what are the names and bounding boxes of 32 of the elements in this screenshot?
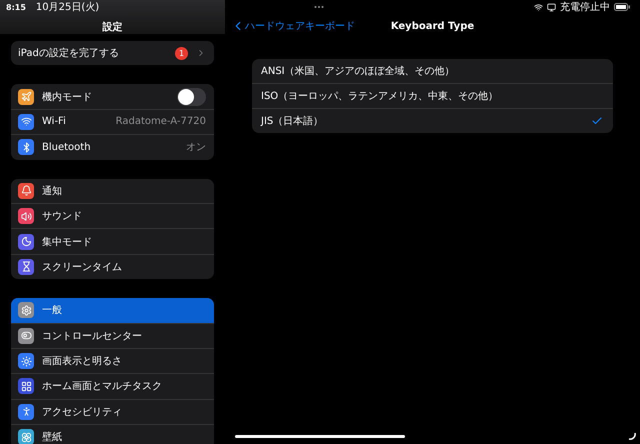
settings-row[interactable]: Wi-Fi Radatome-A-7720 xyxy=(11,108,214,134)
monitor-icon xyxy=(547,2,556,12)
page-title: Keyboard Type xyxy=(390,20,474,32)
settings-row[interactable]: 通知 xyxy=(11,178,214,203)
settings-row[interactable]: 壁紙 xyxy=(11,424,214,444)
settings-row[interactable]: アクセシビリティ xyxy=(11,398,214,424)
arc-icon xyxy=(628,432,636,440)
keyboard-type-option[interactable]: JIS（日本語） xyxy=(252,108,613,133)
charging-status: 充電停止中 xyxy=(560,0,610,14)
settings-row[interactable]: スクリーンタイム xyxy=(11,254,214,280)
battery-icon xyxy=(614,3,630,11)
settings-row[interactable]: コントロールセンター xyxy=(11,322,214,348)
status-time: 8:15 xyxy=(6,2,26,12)
keyboard-type-option[interactable]: ANSI（米国、アジアのほぼ全域、その他） xyxy=(252,59,613,83)
toggle-switch[interactable] xyxy=(177,88,206,106)
setup-row[interactable]: iPadの設定を完了する 1 xyxy=(11,41,214,66)
settings-row[interactable]: 機内モード xyxy=(11,84,214,109)
settings-row[interactable]: 集中モード xyxy=(11,228,214,254)
sidebar-title: 設定 xyxy=(101,20,124,34)
settings-row[interactable]: ホーム画面とマルチタスク xyxy=(11,373,214,399)
home-indicator[interactable] xyxy=(235,434,405,438)
notification-badge: 1 xyxy=(175,46,188,60)
settings-row[interactable]: サウンド xyxy=(11,202,214,228)
setting-value: Radatome-A-7720 xyxy=(116,116,206,128)
settings-row[interactable]: Bluetooth オン xyxy=(11,134,214,160)
keyboard-type-option[interactable]: ISO（ヨーロッパ、ラテンアメリカ、中東、その他） xyxy=(252,83,613,108)
back-link[interactable]: ハードウェアキーボード xyxy=(231,19,391,33)
settings-row[interactable]: 一般 xyxy=(11,298,214,323)
settings-row[interactable]: 画面表示と明るさ xyxy=(11,348,214,374)
status-date: 10月25日(火) xyxy=(36,0,100,14)
setting-value: オン xyxy=(186,141,206,154)
wifi-icon xyxy=(534,2,543,12)
